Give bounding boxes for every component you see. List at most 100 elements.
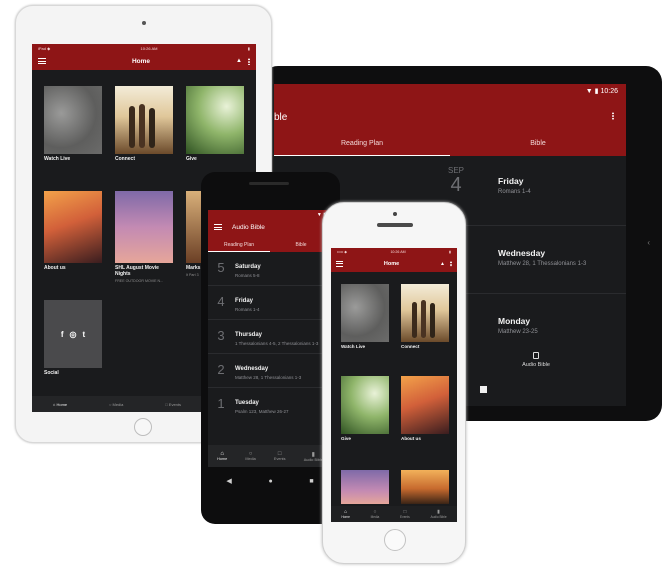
book-icon (533, 352, 539, 359)
tile-image (401, 470, 449, 504)
plan-day: Monday (498, 316, 531, 326)
checkbox-icon[interactable] (480, 386, 487, 393)
nav-media[interactable]: ○ Media (371, 509, 380, 519)
page-title: Home (131, 57, 151, 65)
tile-about-us[interactable]: About us (44, 191, 102, 272)
tile-movie-nights[interactable] (341, 470, 389, 504)
facebook-icon[interactable]: f (61, 330, 64, 339)
status-bar: iPad ◆ 10:26 AM ▮ (38, 45, 250, 51)
nav-audio-bible[interactable]: ▮ Audio Bible (304, 451, 323, 462)
menu-icon[interactable] (214, 224, 222, 230)
tile-watch-live[interactable]: Watch Live (44, 86, 102, 163)
front-camera (393, 212, 397, 216)
iphone-screen: ••••• ◆ 10:26 AM ▮ Home ▲ Watch Live Con… (331, 248, 457, 522)
instagram-icon[interactable]: ◎ (70, 330, 77, 339)
status-bar: ••••• ◆ 10:26 AM ▮ (337, 249, 451, 254)
page-title: Audio Bible (232, 223, 265, 231)
audio-bible-label: Audio Bible (522, 362, 550, 368)
nav-home[interactable]: ⌂ Home (217, 451, 227, 461)
book-icon: ▮ (311, 451, 315, 458)
tile-movie-nights[interactable]: SHL August Movie Nights FREE OUTDOOR MOV… (115, 191, 173, 283)
tile-image (186, 86, 244, 154)
plan-ref: Matthew 28, 1 Thessalonians 1-3 (498, 261, 587, 267)
calendar-icon: □ (165, 401, 168, 407)
tile-social[interactable]: f ◎ t Social (44, 300, 102, 377)
tab-bible[interactable]: Bible (450, 132, 626, 156)
nav-audio-bible[interactable]: ▮ Audio Bible (430, 509, 446, 519)
home-button[interactable] (384, 529, 406, 551)
plan-row[interactable]: 2 Wednesday Matthew 28, 1 Thessalonians … (208, 354, 332, 388)
tile-image (401, 376, 449, 434)
tab-reading-plan[interactable]: Reading Plan (208, 238, 270, 252)
nav-media[interactable]: ○ Media (109, 402, 123, 407)
plan-row[interactable]: 3 Thursday 1 Thessalonians 4-5, 2 Thessa… (208, 320, 332, 354)
twitter-icon[interactable]: t (82, 330, 85, 339)
home-circle-icon[interactable]: ● (268, 478, 272, 485)
page-title: ble (274, 112, 288, 123)
front-camera (142, 21, 146, 25)
plan-date: SEP 4 (447, 166, 464, 196)
tile-image (341, 470, 389, 504)
nav-events[interactable]: □ Events (400, 509, 410, 519)
menu-icon[interactable] (38, 58, 46, 64)
plan-row[interactable]: 4 Friday Romans 1-4 (208, 286, 332, 320)
app-bar: ••••• ◆ 10:26 AM ▮ Home ▲ (331, 248, 457, 272)
chart-icon[interactable]: ▲ (236, 58, 242, 64)
battery-icon: ▮ (594, 88, 599, 95)
android-phone-screen: ▼ ▮ Audio Bible Reading Plan Bible 5 Sat… (208, 210, 332, 495)
tile-image (401, 284, 449, 342)
page-title: Home (383, 260, 400, 267)
tile-connect[interactable]: Connect (401, 284, 449, 349)
tile-image (44, 86, 102, 154)
plan-ref: Romans 1-4 (498, 189, 531, 195)
tab-bar: Reading Plan Bible (274, 132, 626, 156)
iphone: ••••• ◆ 10:26 AM ▮ Home ▲ Watch Live Con… (322, 202, 466, 564)
tile-watch-live[interactable]: Watch Live (341, 284, 389, 349)
tile-image (115, 191, 173, 263)
recents-icon[interactable]: ■ (309, 478, 313, 485)
menu-icon[interactable] (336, 260, 343, 267)
tile-give[interactable]: Give (186, 86, 244, 163)
overflow-menu-icon[interactable] (449, 260, 452, 267)
overflow-menu-icon[interactable] (247, 57, 250, 65)
plan-day: Friday (498, 176, 524, 186)
tile-image (115, 86, 173, 154)
tile-image (341, 376, 389, 434)
home-icon: ⌂ (52, 401, 56, 407)
nav-home[interactable]: ⌂ Home (341, 509, 350, 519)
plan-row[interactable]: 1 Tuesday Psalm 123, Matthew 26-27 (208, 388, 332, 422)
tile-give[interactable]: Give (341, 376, 389, 441)
earpiece (249, 182, 289, 185)
overflow-menu-icon[interactable] (612, 112, 614, 120)
earpiece (377, 223, 413, 227)
tab-reading-plan[interactable]: Reading Plan (274, 132, 450, 156)
bottom-nav: ⌂ Home ○ Media □ Events ▮ Audio Bible (331, 506, 457, 522)
nav-events[interactable]: □ Events (165, 402, 181, 407)
tab-bar: Reading Plan Bible (208, 238, 332, 252)
tile-about-us[interactable]: About us (401, 376, 449, 441)
status-time: 10:26 (600, 88, 618, 95)
tile-image: f ◎ t (44, 300, 102, 368)
tile-connect[interactable]: Connect (115, 86, 173, 163)
back-chevron-icon[interactable]: ‹ (647, 238, 650, 247)
nav-media[interactable]: ○ Media (245, 451, 255, 461)
tile-image (44, 191, 102, 263)
nav-events[interactable]: □ Events (274, 451, 286, 461)
home-button[interactable] (134, 418, 152, 436)
plan-ref: Matthew 23-25 (498, 329, 538, 335)
plan-row[interactable]: 5 Saturday Romans 5-8 (208, 252, 332, 286)
audio-bible-button[interactable]: Audio Bible (506, 352, 566, 368)
tile-hands-heart[interactable] (401, 470, 449, 504)
nav-home[interactable]: ⌂ Home (53, 402, 67, 407)
android-phone: ▼ ▮ Audio Bible Reading Plan Bible 5 Sat… (201, 172, 340, 524)
tile-image (341, 284, 389, 342)
back-icon[interactable]: ◀ (226, 477, 231, 485)
play-icon: ○ (108, 401, 112, 407)
wifi-icon: ▼ (585, 88, 593, 95)
app-bar: iPad ◆ 10:26 AM ▮ Home ▲ (32, 44, 256, 70)
bottom-nav: ⌂ Home ○ Media □ Events ▮ Audio Bible (208, 445, 332, 467)
chart-icon[interactable]: ▲ (440, 261, 445, 267)
system-nav-bar: ◀ ● ■ (208, 467, 332, 495)
plan-day: Wednesday (498, 248, 546, 258)
status-bar: ▼ ▮ 10:26 (586, 87, 618, 95)
